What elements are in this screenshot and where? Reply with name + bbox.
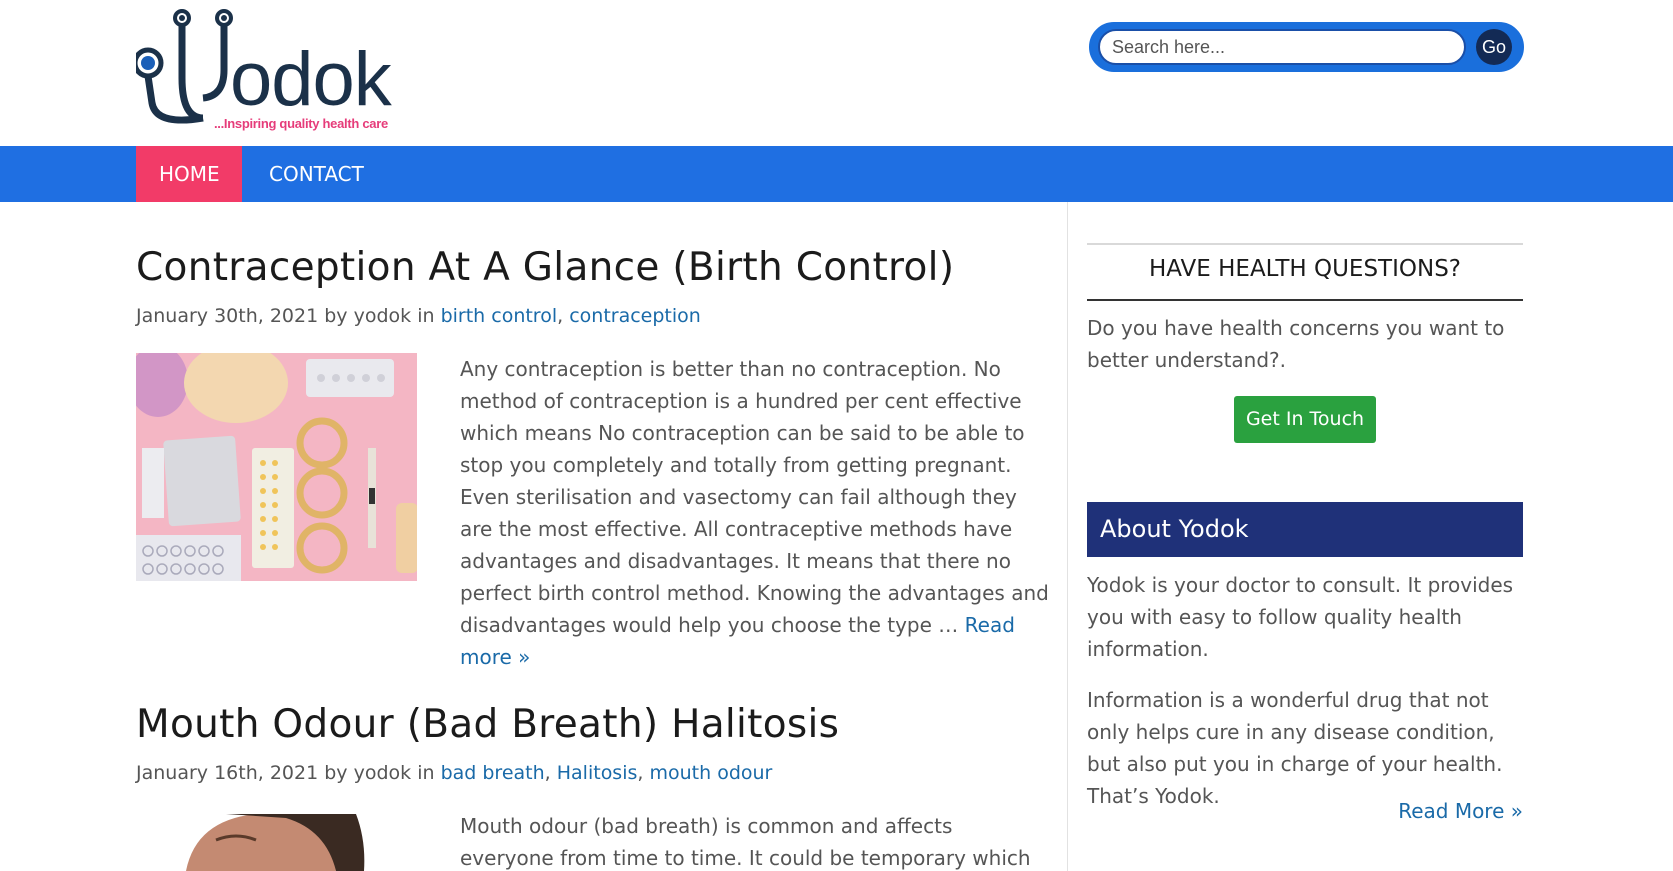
about-read-more-link[interactable]: Read More »	[1087, 799, 1523, 823]
post-by-label: by	[324, 762, 348, 784]
post-meta: January 30th, 2021 by yodok in birth con…	[136, 305, 701, 327]
search-form: Go	[1089, 22, 1524, 72]
post-in-label: in	[417, 762, 435, 784]
widget-top-rule	[1087, 243, 1523, 245]
post-excerpt-text: Mouth odour (bad breath) is common and a…	[460, 814, 1031, 870]
logo-tagline: ...Inspiring quality health care	[214, 116, 388, 131]
category-link[interactable]: contraception	[569, 305, 701, 327]
category-link[interactable]: mouth odour	[649, 762, 772, 784]
main-nav: HOME CONTACT	[0, 146, 1673, 202]
questions-widget-text: Do you have health concerns you want to …	[1087, 316, 1505, 372]
logo-wordmark: odok	[230, 37, 392, 122]
get-in-touch-button[interactable]: Get In Touch	[1234, 396, 1376, 443]
post-by-label: by	[324, 305, 348, 327]
site-logo[interactable]: odok ...Inspiring quality health care	[136, 8, 406, 138]
widget-title-underline	[1087, 299, 1523, 301]
search-input[interactable]	[1098, 29, 1466, 65]
post-thumbnail[interactable]	[136, 810, 417, 871]
category-link[interactable]: birth control	[441, 305, 558, 327]
contraceptives-image	[136, 353, 417, 581]
person-face-image	[136, 810, 417, 871]
about-widget-title: About Yodok	[1087, 502, 1523, 557]
column-divider	[1067, 202, 1068, 871]
post-title[interactable]: Mouth Odour (Bad Breath) Halitosis	[136, 702, 839, 747]
post-excerpt: Mouth odour (bad breath) is common and a…	[460, 810, 1050, 871]
post-excerpt: Any contraception is better than no cont…	[460, 353, 1050, 673]
nav-item-home[interactable]: HOME	[136, 146, 242, 202]
post-author: yodok	[353, 305, 412, 327]
post-thumbnail[interactable]	[136, 353, 417, 581]
about-paragraph: Information is a wonderful drug that not…	[1087, 688, 1503, 808]
post-meta: January 16th, 2021 by yodok in bad breat…	[136, 762, 773, 784]
post-date: January 16th, 2021	[136, 762, 319, 784]
search-go-button[interactable]: Go	[1476, 29, 1512, 65]
category-link[interactable]: Halitosis	[557, 762, 638, 784]
nav-item-contact[interactable]: CONTACT	[246, 146, 387, 202]
post-in-label: in	[417, 305, 435, 327]
questions-widget-title: HAVE HEALTH QUESTIONS?	[1148, 256, 1462, 282]
post-excerpt-text: Any contraception is better than no cont…	[460, 357, 1049, 637]
site-header: odok ...Inspiring quality health care Go	[0, 0, 1673, 146]
about-paragraph: Yodok is your doctor to consult. It prov…	[1087, 573, 1514, 661]
post-author: yodok	[353, 762, 412, 784]
post-date: January 30th, 2021	[136, 305, 319, 327]
category-link[interactable]: bad breath	[441, 762, 545, 784]
post-title[interactable]: Contraception At A Glance (Birth Control…	[136, 245, 954, 290]
